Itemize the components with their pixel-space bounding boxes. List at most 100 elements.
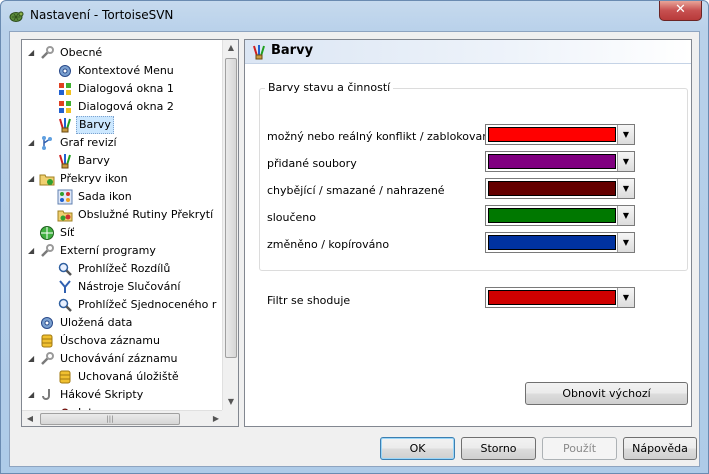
- title-bar[interactable]: Nastavení - TortoiseSVN ✕: [1, 1, 708, 31]
- magnifier-icon: [57, 297, 73, 313]
- chevron-down-icon[interactable]: ▼: [617, 288, 634, 307]
- tree-item-label: Sada ikon: [78, 190, 132, 203]
- expand-toggle-icon[interactable]: ◢: [28, 350, 37, 368]
- tortoisesvn-icon: [9, 11, 24, 22]
- overlay-handler-icon: [57, 207, 73, 223]
- settings-tree[interactable]: ◢ Obecné Kontextové Menu Dialogová okna 1 Di…: [21, 39, 239, 427]
- color-swatch: [488, 154, 616, 169]
- wrench-icon: [39, 45, 55, 61]
- tree-item-label: Obecné: [60, 46, 103, 59]
- database-icon: [39, 333, 55, 349]
- page-header: Barvy: [245, 40, 691, 64]
- gear-icon: [57, 63, 73, 79]
- tree-item-label: Barvy: [78, 154, 110, 167]
- filter-color-combo[interactable]: ▼: [485, 287, 635, 308]
- gear-icon: [39, 315, 55, 331]
- color-combo[interactable]: ▼: [485, 124, 635, 145]
- expand-toggle-icon[interactable]: ◢: [28, 242, 37, 260]
- tree-item-label: Obslužné Rutiny Překrytí: [78, 208, 214, 221]
- tree-item-label: Prohlížeč Rozdílů: [78, 262, 171, 275]
- chevron-down-icon[interactable]: ▼: [617, 152, 634, 171]
- filter-label: Filtr se shoduje: [267, 294, 351, 307]
- ok-button[interactable]: OK: [380, 437, 455, 460]
- wrench-icon: [39, 243, 55, 259]
- hscroll-grip: |||: [106, 415, 114, 423]
- tree-item-label: Hákové Skripty: [60, 388, 144, 401]
- color-row-label: sloučeno: [267, 211, 317, 224]
- overlay-folder-icon: [39, 171, 55, 187]
- tree-item-label: Úschova záznamu: [60, 334, 160, 347]
- color-swatch: [488, 208, 616, 223]
- expand-toggle-icon[interactable]: ◢: [28, 386, 37, 404]
- tree-item-label: Nástroje Slučování: [78, 280, 181, 293]
- color-combo[interactable]: ▼: [485, 232, 635, 253]
- dialog-client-area: ◢ Obecné Kontextové Menu Dialogová okna 1 Di…: [9, 31, 700, 467]
- apply-button[interactable]: Použít: [542, 437, 617, 460]
- expand-toggle-icon[interactable]: ◢: [28, 134, 37, 152]
- color-swatch: [488, 235, 616, 250]
- tree-item-label: Uchovávání záznamu: [60, 352, 178, 365]
- cancel-button[interactable]: Storno: [461, 437, 536, 460]
- tree-vertical-scrollbar[interactable]: ▲ ▼: [222, 40, 238, 410]
- color-combo[interactable]: ▼: [485, 205, 635, 226]
- merge-icon: [57, 279, 73, 295]
- tree-item-label: Kontextové Menu: [78, 64, 174, 77]
- tree-horizontal-scrollbar[interactable]: ◀ ||| ▶: [22, 410, 224, 426]
- palette-icon: [253, 45, 265, 60]
- close-icon: ✕: [675, 2, 686, 17]
- help-button[interactable]: Nápověda: [623, 437, 697, 460]
- tree-item-label: Dialogová okna 2: [78, 100, 174, 113]
- tree-rows: ◢ Obecné Kontextové Menu Dialogová okna 1 Di…: [22, 40, 224, 410]
- palette-icon: [57, 117, 73, 133]
- color-combo[interactable]: ▼: [485, 178, 635, 199]
- color-row-label: chybějící / smazané / nahrazené: [267, 184, 445, 197]
- expand-toggle-icon[interactable]: ◢: [28, 170, 37, 188]
- tree-item-label: Externí programy: [60, 244, 156, 257]
- scroll-left-icon[interactable]: ◀: [22, 411, 38, 426]
- scroll-up-icon[interactable]: ▲: [223, 40, 238, 56]
- group-title: Barvy stavu a činností: [265, 81, 394, 94]
- chevron-down-icon[interactable]: ▼: [617, 125, 634, 144]
- chevron-down-icon[interactable]: ▼: [617, 179, 634, 198]
- scroll-down-icon[interactable]: ▼: [223, 394, 238, 410]
- network-icon: [39, 225, 55, 241]
- color-row-label: možný nebo reálný konflikt / zablokovaný: [267, 130, 496, 143]
- settings-window: Nastavení - TortoiseSVN ✕ ◢ Obecné Kontext…: [0, 0, 709, 474]
- scroll-thumb[interactable]: [225, 58, 237, 358]
- color-swatch: [488, 181, 616, 196]
- chevron-down-icon[interactable]: ▼: [617, 206, 634, 225]
- reset-defaults-button[interactable]: Obnovit výchozí: [525, 382, 688, 405]
- tree-item-label: Barvy: [76, 116, 114, 134]
- windows-icon: [57, 81, 73, 97]
- page-title: Barvy: [271, 43, 314, 58]
- tree-item-label: Uložená data: [60, 316, 133, 329]
- color-row-label: změněno / kopírováno: [267, 238, 390, 251]
- expand-toggle-icon[interactable]: ◢: [28, 44, 37, 62]
- settings-page-panel: Barvy Barvy stavu a činností možný nebo …: [244, 39, 692, 427]
- hook-icon: [39, 387, 55, 403]
- color-row-label: přidané soubory: [267, 157, 357, 170]
- tree-item-label: Prohlížeč Sjednoceného r: [78, 298, 217, 311]
- close-button[interactable]: ✕: [659, 1, 702, 21]
- magnifier-icon: [57, 261, 73, 277]
- hscroll-thumb[interactable]: |||: [40, 413, 180, 425]
- tree-item-label: Graf revizí: [60, 136, 117, 149]
- icon-set-icon: [57, 189, 73, 205]
- color-combo[interactable]: ▼: [485, 151, 635, 172]
- wrench-icon: [39, 351, 55, 367]
- color-swatch: [488, 127, 616, 142]
- chevron-down-icon[interactable]: ▼: [617, 233, 634, 252]
- graph-icon: [39, 135, 55, 151]
- tree-item-label: Síť: [60, 226, 75, 239]
